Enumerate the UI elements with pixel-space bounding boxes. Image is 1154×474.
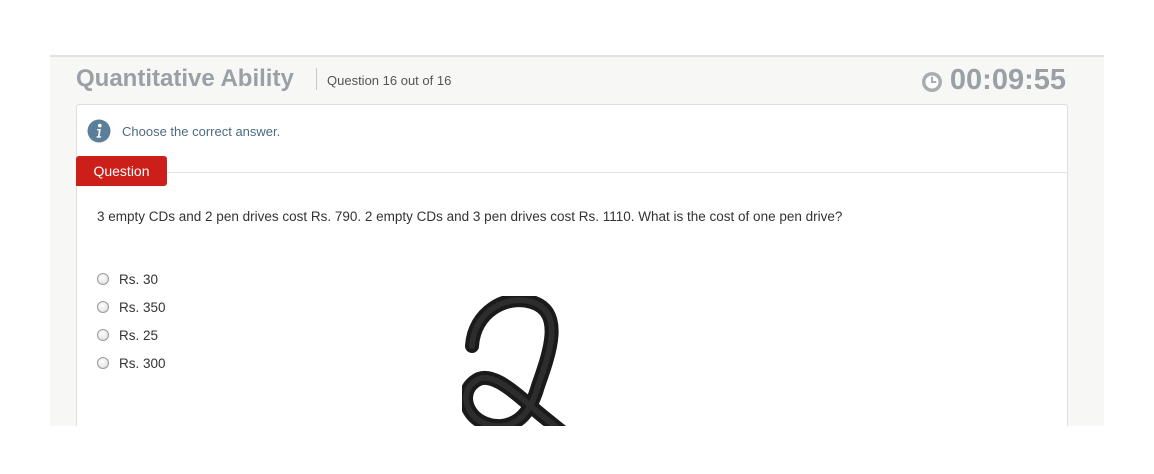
option-label[interactable]: Rs. 300 <box>119 356 166 371</box>
instruction-row: Choose the correct answer. <box>87 119 280 143</box>
timer-value: 00:09:55 <box>949 64 1066 96</box>
header: Quantitative Ability Question 16 out of … <box>50 57 1104 105</box>
option-label[interactable]: Rs. 30 <box>119 272 158 287</box>
radio-button[interactable] <box>97 357 109 369</box>
question-text: 3 empty CDs and 2 pen drives cost Rs. 79… <box>97 209 843 224</box>
option-label[interactable]: Rs. 350 <box>119 300 166 315</box>
answer-option[interactable]: Rs. 300 <box>97 349 166 377</box>
answer-option[interactable]: Rs. 25 <box>97 321 166 349</box>
info-icon <box>87 119 111 143</box>
handwritten-two-mark <box>462 296 567 426</box>
instruction-text: Choose the correct answer. <box>122 123 281 139</box>
answer-option[interactable]: Rs. 350 <box>97 293 166 321</box>
test-page: Quantitative Ability Question 16 out of … <box>0 0 1154 474</box>
question-counter: Question 16 out of 16 <box>327 73 452 88</box>
tab-question: Question <box>76 156 167 186</box>
answer-options: Rs. 30 Rs. 350 Rs. 25 Rs. 300 <box>97 265 166 377</box>
timer: 00:09:55 <box>921 64 1066 97</box>
question-card: Choose the correct answer. Question 3 em… <box>76 104 1068 426</box>
radio-button[interactable] <box>97 273 109 285</box>
tab-divider <box>167 172 1067 173</box>
question-panel: Quantitative Ability Question 16 out of … <box>50 55 1104 426</box>
option-label[interactable]: Rs. 25 <box>119 328 158 343</box>
radio-button[interactable] <box>97 329 109 341</box>
clock-icon <box>921 72 942 92</box>
section-title: Quantitative Ability <box>76 65 294 92</box>
radio-button[interactable] <box>97 301 109 313</box>
answer-option[interactable]: Rs. 30 <box>97 265 166 293</box>
header-divider <box>316 68 317 90</box>
